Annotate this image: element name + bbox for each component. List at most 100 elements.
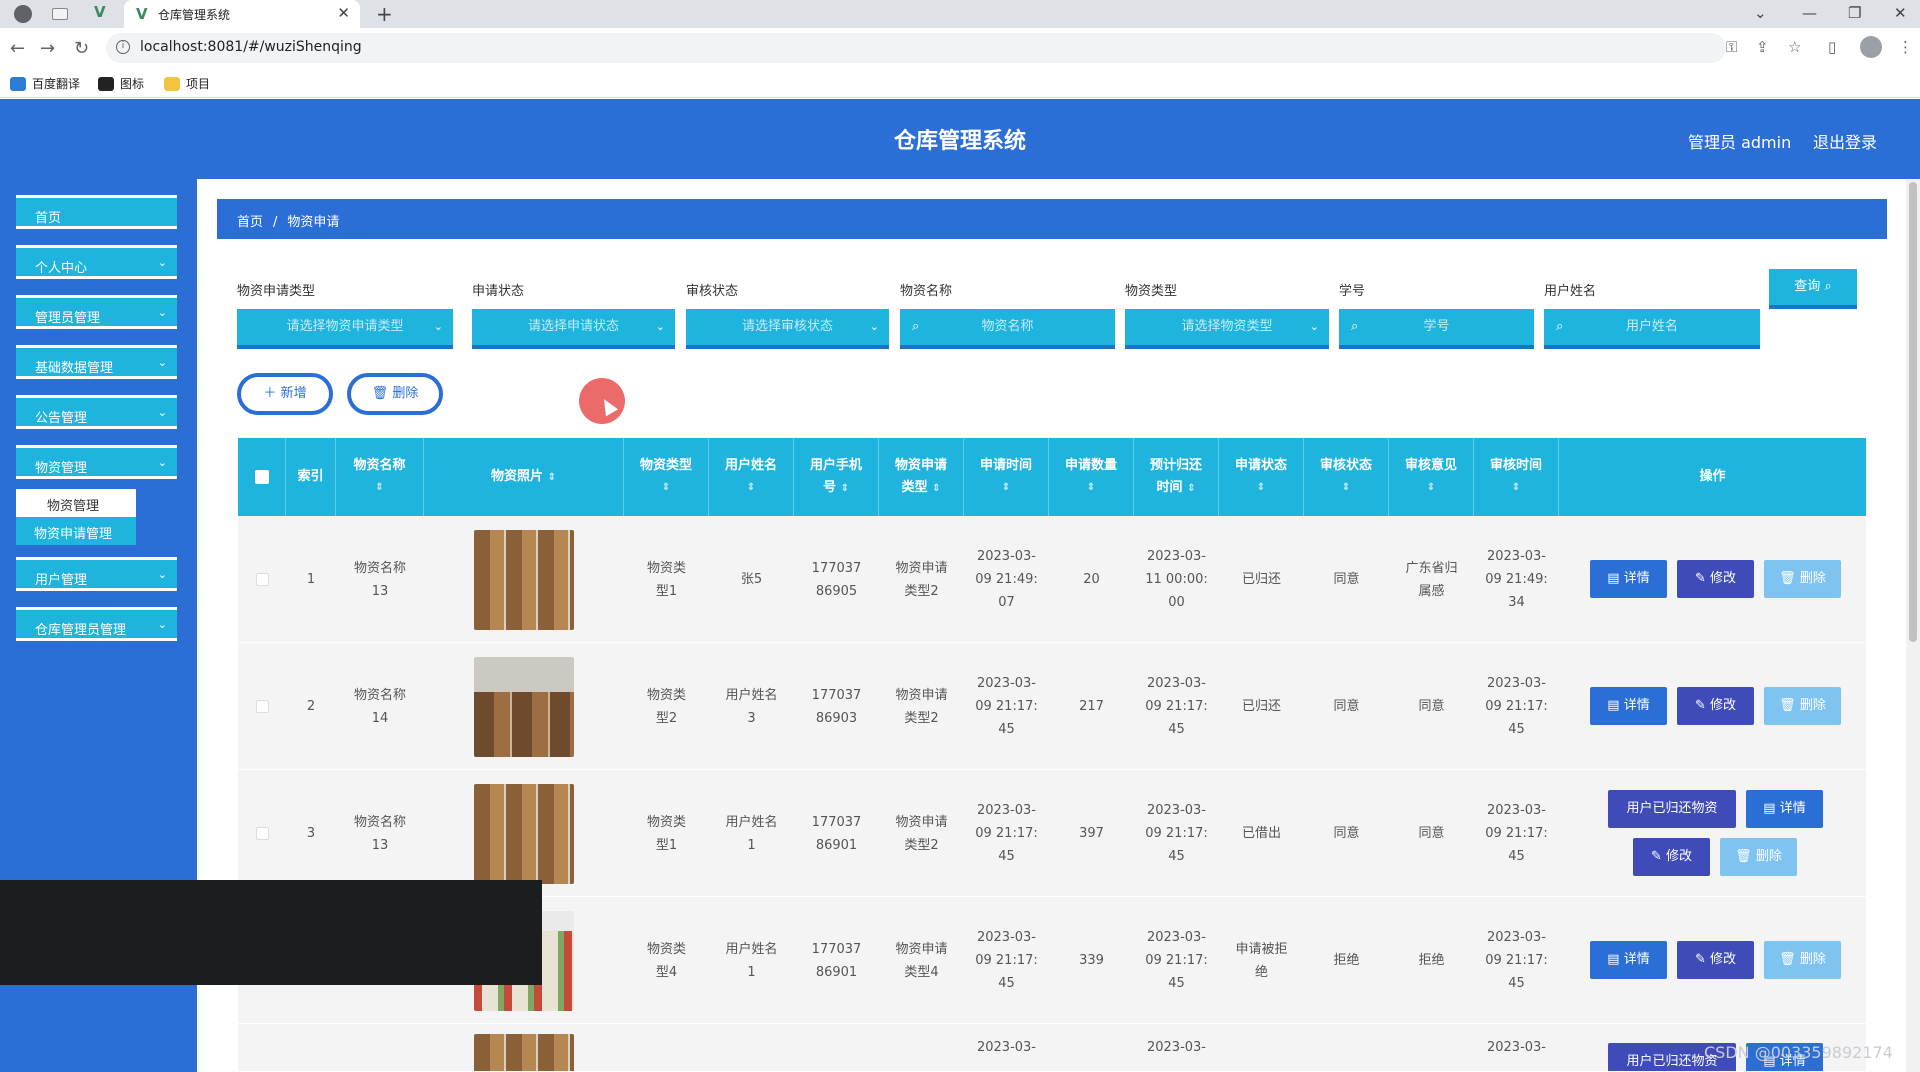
detail-button[interactable]: ▤ 详情 [1746, 790, 1823, 828]
breadcrumb-current: 物资申请 [287, 215, 340, 230]
col-audit-time[interactable]: 审核时间 ⇕ [1474, 438, 1559, 516]
sort-icon[interactable]: ⇕ [841, 483, 849, 494]
material-photo[interactable] [474, 529, 574, 630]
detail-button[interactable]: ▤ 详情 [1590, 687, 1667, 725]
sort-icon[interactable]: ⇕ [375, 477, 383, 499]
edit-button[interactable]: ✎ 修改 [1677, 687, 1754, 725]
reload-icon[interactable]: ↻ [74, 38, 89, 59]
key-icon[interactable]: ⚿ [1726, 38, 1737, 56]
edit-button[interactable]: ✎ 修改 [1677, 941, 1754, 979]
col-apply-status[interactable]: 申请状态 ⇕ [1219, 438, 1304, 516]
select-all-checkbox[interactable] [254, 470, 269, 484]
menu-icon[interactable]: ⋮ [1898, 38, 1913, 56]
back-icon[interactable]: ← [10, 38, 25, 59]
minimize-icon[interactable]: — [1802, 4, 1817, 22]
material-name-input[interactable]: ⌕ 物资名称 [900, 309, 1115, 349]
row-checkbox[interactable] [255, 700, 269, 713]
tab-icon[interactable] [52, 8, 68, 20]
url-field[interactable]: i localhost:8081/#/wuziShenqing [106, 33, 1726, 63]
delete-button[interactable]: 🗑 删除 [1764, 941, 1841, 979]
sidebar-item-admin[interactable]: 管理员管理 ⌄ [16, 295, 177, 329]
scrollbar-thumb[interactable] [1909, 182, 1917, 642]
detail-button[interactable]: ▤ 详情 [1590, 560, 1667, 598]
sidebar-item-profile[interactable]: 个人中心 ⌄ [16, 245, 177, 279]
col-user[interactable]: 用户姓名 ⇕ [709, 438, 794, 516]
sort-icon[interactable]: ⇕ [747, 477, 755, 499]
col-apply-time[interactable]: 申请时间 ⇕ [964, 438, 1049, 516]
sidepanel-icon[interactable]: ▯ [1828, 38, 1836, 56]
submenu-materials[interactable]: 物资管理 [16, 489, 136, 517]
batch-delete-button[interactable]: 🗑 删除 [347, 373, 443, 415]
delete-button[interactable]: 🗑 删除 [1720, 838, 1797, 876]
new-tab-icon[interactable]: + [376, 2, 393, 26]
bookmark-project[interactable]: 项目 [164, 75, 210, 92]
edit-button[interactable]: ✎ 修改 [1677, 560, 1754, 598]
col-phone[interactable]: 用户手机号 ⇕ [794, 438, 879, 516]
audit-status-select[interactable]: 请选择审核状态 ⌄ [686, 309, 889, 349]
sidebar-item-basedata[interactable]: 基础数据管理 ⌄ [16, 345, 177, 379]
submenu-material-apply[interactable]: 物资申请管理 [16, 517, 136, 545]
globe-icon[interactable] [14, 5, 32, 23]
breadcrumb-home[interactable]: 首页 [237, 215, 263, 230]
vue-icon[interactable]: V [94, 3, 106, 21]
returned-button[interactable]: 用户已归还物资 [1608, 790, 1736, 828]
query-button[interactable]: 查询 ⌕ [1769, 269, 1857, 309]
restore-icon[interactable]: ❐ [1848, 4, 1861, 22]
sort-icon[interactable]: ⇕ [1342, 477, 1350, 499]
add-button[interactable]: ＋ 新增 [237, 373, 333, 415]
share-icon[interactable]: ⇪ [1756, 38, 1769, 56]
material-type-select[interactable]: 请选择物资类型 ⌄ [1125, 309, 1329, 349]
search-icon: ⌕ [1351, 319, 1359, 334]
sort-icon[interactable]: ⇕ [548, 472, 556, 483]
col-name[interactable]: 物资名称 ⇕ [336, 438, 424, 516]
material-photo[interactable] [474, 656, 574, 757]
col-apply-type[interactable]: 物资申请类型 ⇕ [879, 438, 964, 516]
chevron-up-icon: ⌄ [157, 456, 167, 469]
chevron-down-icon[interactable]: ⌄ [1754, 4, 1767, 22]
sort-icon[interactable]: ⇕ [1257, 477, 1265, 499]
star-icon[interactable]: ☆ [1788, 38, 1801, 56]
bookmark-fanyi[interactable]: 百度翻译 [10, 75, 80, 92]
profile-icon[interactable] [1860, 36, 1882, 58]
browser-tab[interactable]: V 仓库管理系统 ✕ [124, 0, 360, 28]
row-checkbox[interactable] [255, 573, 269, 586]
apply-type-select[interactable]: 请选择物资申请类型 ⌄ [237, 309, 453, 349]
col-type[interactable]: 物资类型 ⇕ [624, 438, 709, 516]
sort-icon[interactable]: ⇕ [1087, 477, 1095, 499]
sidebar-item-materials[interactable]: 物资管理 ⌄ [16, 445, 177, 479]
edit-button[interactable]: ✎ 修改 [1633, 838, 1710, 876]
sidebar-item-users[interactable]: 用户管理 ⌄ [16, 557, 177, 591]
col-audit-status[interactable]: 审核状态 ⇕ [1304, 438, 1389, 516]
col-audit-opinion[interactable]: 审核意见 ⇕ [1389, 438, 1474, 516]
detail-button[interactable]: ▤ 详情 [1590, 941, 1667, 979]
logout-link[interactable]: 退出登录 [1813, 129, 1877, 153]
sidebar-item-notice[interactable]: 公告管理 ⌄ [16, 395, 177, 429]
sort-icon[interactable]: ⇕ [662, 477, 670, 499]
col-photo[interactable]: 物资照片 ⇕ [424, 438, 624, 516]
sort-icon[interactable]: ⇕ [932, 483, 940, 494]
student-id-input[interactable]: ⌕ 学号 [1339, 309, 1534, 349]
cell-type: 物资类型4 [646, 941, 686, 980]
col-index: 索引 [286, 438, 336, 516]
sort-icon[interactable]: ⇕ [1187, 483, 1195, 494]
close-tab-icon[interactable]: ✕ [337, 4, 350, 22]
col-qty[interactable]: 申请数量 ⇕ [1049, 438, 1134, 516]
sort-icon[interactable]: ⇕ [1002, 477, 1010, 499]
info-icon[interactable]: i [116, 40, 130, 54]
sidebar-item-warehouse-admin[interactable]: 仓库管理员管理 ⌄ [16, 607, 177, 641]
row-checkbox[interactable] [255, 827, 269, 840]
delete-button[interactable]: 🗑 删除 [1764, 560, 1841, 598]
delete-button[interactable]: 🗑 删除 [1764, 687, 1841, 725]
material-photo[interactable] [474, 1034, 574, 1071]
cell-audit-time: 2023-03-09 21:17:45 [1485, 803, 1548, 864]
apply-status-select[interactable]: 请选择申请状态 ⌄ [472, 309, 675, 349]
sort-icon[interactable]: ⇕ [1512, 477, 1520, 499]
sidebar-item-home[interactable]: 首页 [16, 195, 177, 229]
col-return-time[interactable]: 预计归还时间 ⇕ [1134, 438, 1219, 516]
material-photo[interactable] [474, 783, 574, 884]
sort-icon[interactable]: ⇕ [1427, 477, 1435, 499]
close-window-icon[interactable]: ✕ [1894, 4, 1907, 22]
user-name-input[interactable]: ⌕ 用户姓名 [1544, 309, 1760, 349]
forward-icon[interactable]: → [40, 38, 55, 59]
bookmark-icons[interactable]: 图标 [98, 75, 144, 92]
